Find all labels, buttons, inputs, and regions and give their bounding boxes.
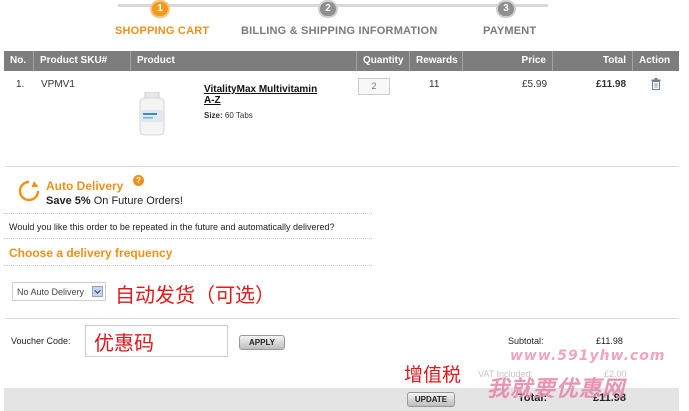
divider: [4, 238, 372, 239]
row-price: £5.99: [522, 79, 548, 90]
step-1-label: SHOPPING CART: [115, 25, 210, 37]
savings-text: On Future Orders!: [93, 195, 183, 207]
step-3-indicator: 3: [496, 0, 516, 18]
quantity-input[interactable]: 2: [358, 78, 390, 95]
product-bottle-image[interactable]: [138, 92, 166, 136]
size-value: 60 Tabs: [224, 111, 253, 120]
apply-voucher-button[interactable]: APPLY: [239, 335, 285, 350]
step-1-indicator: 1: [150, 0, 170, 18]
size-label: Size:: [204, 111, 223, 120]
step-2-indicator: 2: [318, 0, 338, 18]
annotation-voucher: 优惠码: [94, 331, 154, 355]
frequency-selected-value: No Auto Delivery: [17, 287, 85, 297]
frequency-heading: Choose a delivery frequency: [9, 246, 173, 260]
col-product: Product: [131, 51, 357, 71]
col-action: Action: [639, 55, 671, 66]
product-name-link[interactable]: VitalityMax Multivitamin A-Z: [204, 84, 324, 106]
step-2-label: BILLING & SHIPPING INFORMATION: [241, 25, 438, 37]
product-size: Size: 60 Tabs: [204, 111, 253, 120]
watermark-name: 我就要优惠网: [487, 377, 626, 402]
delivery-frequency-select[interactable]: No Auto Delivery: [12, 282, 106, 301]
col-quantity: Quantity: [357, 51, 410, 71]
auto-delivery-cycle-icon: [18, 180, 40, 202]
checkout-progress-bar: 1 2 3: [118, 0, 548, 18]
col-price: Price: [463, 51, 553, 71]
voucher-label: Voucher Code:: [11, 336, 71, 346]
help-icon[interactable]: ?: [133, 175, 144, 186]
watermark-url: www.591yhw.com: [510, 348, 666, 364]
savings-percent: Save 5%: [46, 195, 91, 207]
row-sku: VPMV1: [41, 79, 75, 90]
update-cart-button[interactable]: UPDATE: [407, 392, 455, 407]
repeat-order-question: Would you like this order to be repeated…: [9, 222, 335, 232]
chevron-down-icon[interactable]: [92, 286, 103, 297]
annotation-vat: 增值税: [404, 364, 462, 386]
annotation-auto-delivery: 自动发货（可选）: [115, 283, 275, 307]
cart-table-header: No. Product SKU# Product Quantity Reward…: [4, 51, 679, 71]
row-total: £11.98: [596, 79, 627, 90]
col-total: Total: [553, 51, 633, 71]
divider: [4, 265, 372, 266]
step-3-label: PAYMENT: [483, 25, 537, 37]
subtotal-value: £11.98: [596, 336, 623, 346]
table-row: [4, 71, 679, 167]
row-number: 1.: [16, 79, 25, 90]
trash-icon[interactable]: [651, 78, 661, 90]
subtotal-label: Subtotal:: [508, 336, 544, 346]
col-sku: Product SKU#: [34, 51, 131, 71]
col-no: No.: [4, 51, 34, 71]
auto-delivery-title: Auto Delivery: [46, 179, 124, 193]
col-rewards: Rewards: [410, 51, 463, 71]
divider: [4, 318, 679, 319]
divider: [4, 213, 372, 214]
row-rewards: 11: [429, 79, 440, 90]
auto-delivery-savings: Save 5% On Future Orders!: [46, 195, 183, 207]
